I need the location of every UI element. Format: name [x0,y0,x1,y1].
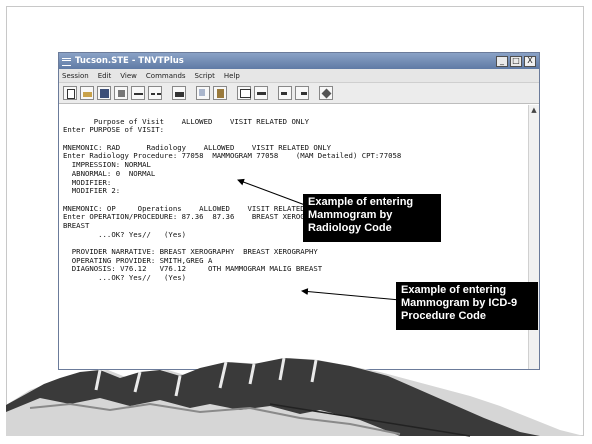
mountain-range [6,357,584,437]
callout-radiology-arrow [237,178,306,206]
callout-icd9-arrow [301,288,401,301]
decoration-layer [6,178,584,437]
